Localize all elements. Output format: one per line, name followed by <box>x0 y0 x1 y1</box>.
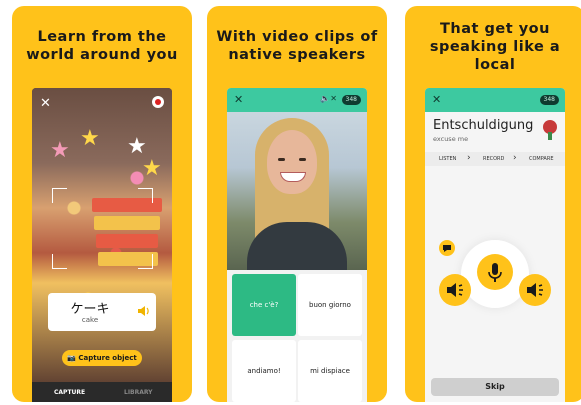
top-bar: ✕ 🔈✕ 348 <box>227 88 367 112</box>
tab-bar: CAPTURE LIBRARY <box>32 382 172 402</box>
close-icon[interactable]: ✕ <box>432 93 441 106</box>
speaker-icon[interactable] <box>136 304 150 318</box>
card-translation: cake <box>81 316 99 324</box>
headline-line: Learn from the <box>37 29 167 45</box>
translation-card[interactable]: ケーキ cake <box>48 293 156 331</box>
camera-icon: 📷 <box>67 354 76 362</box>
phone-screen: ✕ 348 Entschuldigung excuse me LISTEN › … <box>425 88 565 402</box>
chevron-right-icon: › <box>513 153 517 163</box>
headline-line: speaking like a <box>429 39 561 55</box>
speaker-icon <box>447 283 463 297</box>
answer-option[interactable]: mi dispiace <box>298 340 362 402</box>
headline-line: That get you <box>440 21 550 37</box>
record-icon[interactable] <box>152 96 164 108</box>
close-icon[interactable]: ✕ <box>234 93 243 106</box>
answer-option[interactable]: che c'è? <box>232 274 296 336</box>
capture-object-button[interactable]: 📷 Capture object <box>62 350 142 366</box>
headline: That get you speaking like a local <box>405 20 581 74</box>
count-badge: 348 <box>539 95 559 105</box>
frame-corner <box>138 188 153 203</box>
tab-library[interactable]: LIBRARY <box>124 389 153 396</box>
answer-option[interactable]: andiamo! <box>232 340 296 402</box>
rose-icon <box>543 120 557 140</box>
answer-option[interactable]: buon giorno <box>298 274 362 336</box>
phone-screen: ★ ★ ★ ★ ✕ ケーキ cake 📷 Capture object CAPT… <box>32 88 172 402</box>
panel-speaking: That get you speaking like a local ✕ 348… <box>405 6 581 402</box>
step-compare: COMPARE <box>529 156 554 162</box>
phone-screen: ✕ 🔈✕ 348 che c'è? buon giorno andiamo! m… <box>227 88 367 402</box>
skip-button[interactable]: Skip <box>431 378 559 396</box>
speech-bubble-icon[interactable] <box>439 240 455 256</box>
headline: With video clips of native speakers <box>207 28 387 64</box>
panel-video: With video clips of native speakers ✕ 🔈✕… <box>207 6 387 402</box>
video-clip[interactable] <box>227 112 367 270</box>
phrase-translation: excuse me <box>433 135 469 143</box>
headline: Learn from the world around you <box>12 28 192 64</box>
microphone-icon <box>488 263 502 282</box>
close-icon[interactable]: ✕ <box>40 96 51 111</box>
headline-line: With video clips of <box>216 29 378 45</box>
camera-photo: ★ ★ ★ ★ <box>32 88 172 388</box>
top-bar: ✕ 348 <box>425 88 565 112</box>
panel-capture: Learn from the world around you ★ ★ ★ ★ … <box>12 6 192 402</box>
phrase-word: Entschuldigung <box>433 118 534 133</box>
play-recording-button[interactable] <box>519 274 551 306</box>
microphone-button[interactable] <box>477 254 513 290</box>
headline-line: native speakers <box>228 47 366 63</box>
headline-line: local <box>474 57 516 73</box>
headline-line: world around you <box>26 47 178 63</box>
frame-corner <box>52 254 67 269</box>
speaker-icon <box>527 283 543 297</box>
card-word: ケーキ <box>70 302 110 317</box>
mute-icon[interactable]: 🔈✕ <box>320 94 337 103</box>
progress-steps: LISTEN › RECORD › COMPARE <box>425 152 565 166</box>
tab-capture[interactable]: CAPTURE <box>54 389 85 396</box>
step-listen: LISTEN <box>439 156 457 162</box>
frame-corner <box>138 254 153 269</box>
capture-button-label: Capture object <box>78 354 137 362</box>
play-native-button[interactable] <box>439 274 471 306</box>
frame-corner <box>52 188 67 203</box>
step-record: RECORD <box>483 156 505 162</box>
chevron-right-icon: › <box>467 153 471 163</box>
count-badge: 348 <box>341 95 361 105</box>
